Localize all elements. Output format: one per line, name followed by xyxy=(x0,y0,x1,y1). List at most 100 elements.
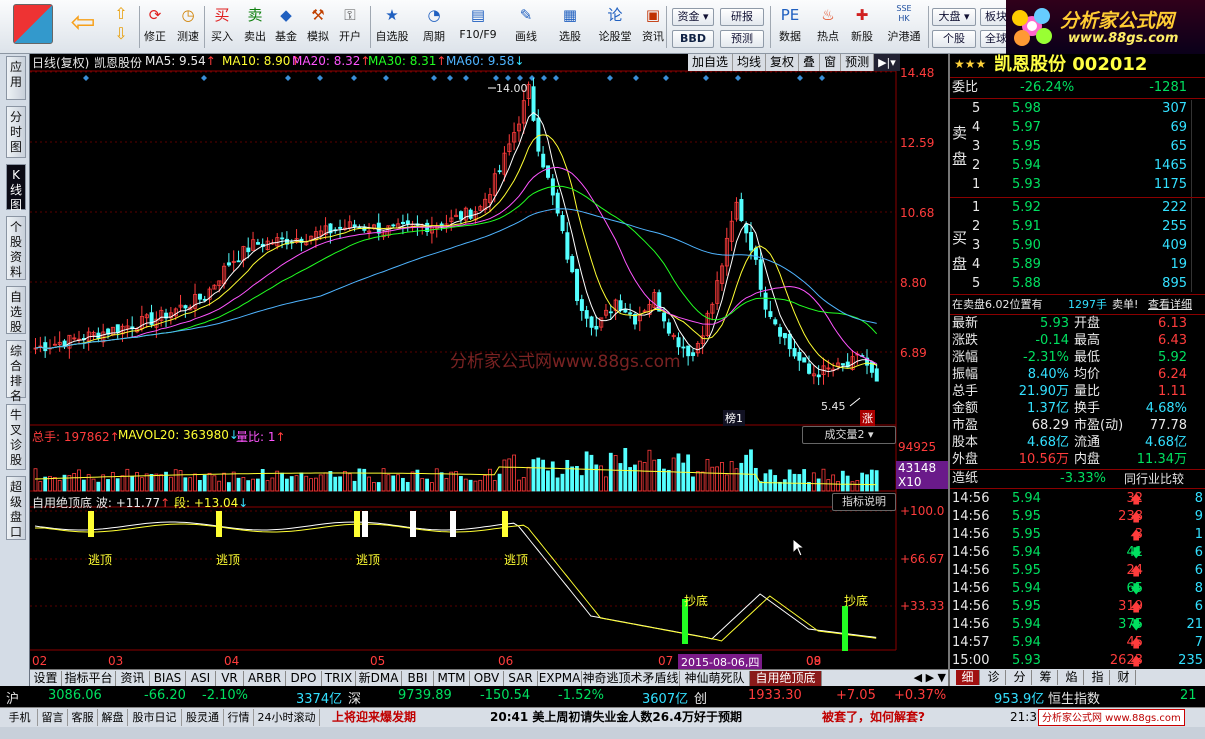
chart-button-2[interactable]: 复权 xyxy=(766,54,800,71)
industry-compare-link[interactable]: 同行业比较 xyxy=(1124,470,1184,488)
period-button[interactable]: ◔ 周期 xyxy=(414,4,454,52)
quote-tab-6[interactable]: 财 xyxy=(1112,670,1136,685)
left-tab-4[interactable]: 自选股 xyxy=(6,286,26,334)
volume-bar xyxy=(565,459,570,492)
forum-button[interactable]: 论论股堂 xyxy=(594,4,636,52)
indicator-tab-1[interactable]: 指标平台 xyxy=(62,671,116,686)
left-tab-7[interactable]: 超级盘口 xyxy=(6,476,26,540)
bid-row[interactable]: 2 5.91 255 xyxy=(950,218,1205,236)
volume-bar xyxy=(376,482,381,492)
chart-button-3[interactable]: 叠 xyxy=(799,54,821,71)
indicator-tab-3[interactable]: BIAS xyxy=(150,671,186,686)
star-button[interactable]: ★ 自选股 xyxy=(372,4,412,52)
volume-indicator-dropdown[interactable]: 成交量2 ▾ xyxy=(802,426,896,444)
forecast-button[interactable]: 预测 xyxy=(720,30,764,48)
newstock-button[interactable]: ✚ 新股 xyxy=(846,4,878,52)
pencil-button[interactable]: ✎ 画线 xyxy=(506,4,546,52)
indicator-tab-2[interactable]: 资讯 xyxy=(116,671,150,686)
indicator-tab-4[interactable]: ASI xyxy=(186,671,216,686)
bid-row[interactable]: 5 5.88 895 xyxy=(950,275,1205,293)
indicator-tab-6[interactable]: ARBR xyxy=(244,671,286,686)
indicator-tab-16[interactable]: 神仙萌死队 xyxy=(680,671,750,686)
hkconnect-button[interactable]: SSE HK 沪港通 xyxy=(880,4,928,52)
bottom-link-0[interactable]: 手机 xyxy=(2,709,38,726)
bbd-button[interactable]: BBD xyxy=(672,30,714,48)
ask-row[interactable]: 3 5.95 65 xyxy=(950,138,1205,156)
chart-button-4[interactable]: 窗 xyxy=(820,54,842,71)
fund-button[interactable]: ◆ 基金 xyxy=(270,4,302,52)
buy-button[interactable]: 买买入 xyxy=(206,4,238,52)
news-headline-1[interactable]: 上将迎来爆发期 xyxy=(332,708,416,727)
ask-row[interactable]: 4 5.97 69 xyxy=(950,119,1205,137)
indicator-tab-10[interactable]: BBI xyxy=(402,671,434,686)
indicator-help-button[interactable]: 指标说明 xyxy=(832,493,896,511)
left-tab-3[interactable]: 个股资料 xyxy=(6,216,26,280)
ask-row[interactable]: 5 5.98 307 xyxy=(950,100,1205,118)
rank-tag[interactable]: 榜1 xyxy=(723,410,745,426)
bottom-link-4[interactable]: 股市日记 xyxy=(128,709,182,726)
sell-button[interactable]: 卖卖出 xyxy=(240,4,270,52)
bottom-link-3[interactable]: 解盘 xyxy=(98,709,128,726)
indicator-tab-8[interactable]: TRIX xyxy=(322,671,356,686)
indicator-tab-9[interactable]: 新DMA xyxy=(356,671,402,686)
bid-row[interactable]: 4 5.89 19 xyxy=(950,256,1205,274)
order-detail-link[interactable]: 查看详细 xyxy=(1148,296,1192,314)
chart-menu-icon[interactable]: ▶|▾ xyxy=(874,54,900,71)
ask-row[interactable]: 2 5.94 1465 xyxy=(950,157,1205,175)
lock-button[interactable]: ⚿ 开户 xyxy=(334,4,366,52)
indicator-tab-14[interactable]: EXPMA xyxy=(538,671,582,686)
hot-button[interactable]: ♨ 热点 xyxy=(812,4,844,52)
bottom-link-6[interactable]: 行情 xyxy=(224,709,254,726)
bid-row[interactable]: 3 5.90 409 xyxy=(950,237,1205,255)
indicator-tab-11[interactable]: MTM xyxy=(434,671,470,686)
chart-button-1[interactable]: 均线 xyxy=(733,54,767,71)
left-tab-5[interactable]: 综合排名 xyxy=(6,340,26,403)
quote-tab-0[interactable]: 细 xyxy=(956,670,980,685)
indicator-tab-13[interactable]: SAR xyxy=(504,671,538,686)
hammer-button[interactable]: ⚒ 模拟 xyxy=(302,4,334,52)
back-button[interactable]: ⇦ xyxy=(64,4,102,52)
quote-tab-4[interactable]: 焰 xyxy=(1060,670,1084,685)
f10-button[interactable]: ▤ F10/F9 xyxy=(456,4,500,52)
quote-tab-5[interactable]: 指 xyxy=(1086,670,1110,685)
bottom-link-1[interactable]: 留言 xyxy=(38,709,68,726)
bottom-link-5[interactable]: 股灵通 xyxy=(182,709,224,726)
left-tab-0[interactable]: 应用 xyxy=(6,56,26,100)
select-button[interactable]: ▦ 选股 xyxy=(550,4,590,52)
quote-tab-2[interactable]: 分 xyxy=(1008,670,1032,685)
quote-tab-1[interactable]: 诊 xyxy=(982,670,1006,685)
left-tab-1[interactable]: 分时图 xyxy=(6,106,26,158)
data-button[interactable]: PE 数据 xyxy=(772,4,808,52)
page-up-down-button[interactable]: ⇧ ⇩ xyxy=(106,4,136,52)
refresh-button[interactable]: ⟳ 修正 xyxy=(140,4,170,52)
research-button[interactable]: 研报 xyxy=(720,8,764,26)
tab-scroll-arrows[interactable]: ◀ ▶ ▼ xyxy=(914,671,946,684)
kline-chart[interactable]: 日线(复权) 凯恩股份 MA5: 9.54↑ MA10: 8.90↑ MA20:… xyxy=(30,54,948,670)
stock-button[interactable]: 个股 xyxy=(932,30,976,48)
left-tab-2[interactable]: K线图 xyxy=(6,164,26,212)
market-dropdown[interactable]: 大盘 ▾ xyxy=(932,8,976,26)
left-tab-6[interactable]: 牛叉诊股 xyxy=(6,404,26,470)
bid-row[interactable]: 1 5.92 222 xyxy=(950,199,1205,217)
limit-up-tag[interactable]: 涨 xyxy=(860,410,875,426)
indicator-tab-15[interactable]: 神奇逃顶术矛盾线 xyxy=(582,671,680,686)
quote-tab-3[interactable]: 筹 xyxy=(1034,670,1058,685)
chart-button-0[interactable]: 加自选 xyxy=(688,54,734,71)
indicator-tab-5[interactable]: VR xyxy=(216,671,244,686)
chart-button-5[interactable]: 预测 xyxy=(841,54,875,71)
news-button[interactable]: ▣ 资讯 xyxy=(636,4,670,52)
quote-scrollbar[interactable] xyxy=(1191,100,1203,292)
bottom-link-7[interactable]: 24小时滚动 xyxy=(254,709,320,726)
clock-button[interactable]: ◷ 测速 xyxy=(172,4,204,52)
news-headline-2[interactable]: 20:41 美上周初请失业金人数26.4万好于预期 xyxy=(490,708,742,727)
home-button[interactable] xyxy=(6,4,60,52)
ask-row[interactable]: 1 5.93 1175 xyxy=(950,176,1205,194)
indicator-tab-7[interactable]: DPO xyxy=(286,671,322,686)
news-headline-3[interactable]: 被套了，如何解套? xyxy=(822,708,925,727)
bottom-link-2[interactable]: 客服 xyxy=(68,709,98,726)
indicator-tab-17[interactable]: 自用绝顶底 xyxy=(750,671,822,686)
indicator-tab-12[interactable]: OBV xyxy=(470,671,504,686)
indicator-tab-0[interactable]: 设置 xyxy=(30,671,62,686)
sz-index-change: -150.54 xyxy=(480,688,531,703)
funds-dropdown[interactable]: 资金 ▾ xyxy=(672,8,714,26)
